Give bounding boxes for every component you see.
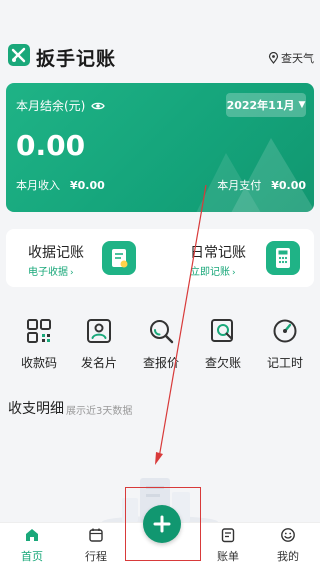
app-header: 扳手记账 查天气 xyxy=(0,0,320,80)
tool-receive-code[interactable]: 收款码 xyxy=(8,314,70,374)
quick-action-subtitle: 电子收据 › xyxy=(28,263,74,278)
quick-actions-card: 收据记账 电子收据 › 日常记账 立即记账 › xyxy=(6,229,314,287)
tool-label: 发名片 xyxy=(80,356,117,370)
tab-home[interactable]: 首页 xyxy=(0,523,64,562)
eye-icon[interactable] xyxy=(91,101,106,111)
annotation-highlight-box xyxy=(125,487,201,561)
gauge-icon xyxy=(273,319,297,343)
expense-label: 本月支付 xyxy=(217,179,262,192)
smile-icon xyxy=(281,528,295,542)
tools-grid: 收款码 发名片 查报价 查欠账 记工时 xyxy=(0,314,320,374)
search-price-icon xyxy=(150,320,174,344)
receipt-bookkeeping-button[interactable]: 收据记账 电子收据 › xyxy=(6,229,160,287)
weather-link[interactable]: 查天气 xyxy=(268,50,314,66)
business-card-icon xyxy=(87,319,111,343)
quick-action-subtitle: 立即记账 › xyxy=(190,263,236,278)
quick-action-title: 收据记账 xyxy=(28,245,84,261)
tool-check-price[interactable]: 查报价 xyxy=(130,314,192,374)
tab-label: 行程 xyxy=(85,550,107,562)
location-pin-icon xyxy=(268,52,279,64)
income-label: 本月收入 xyxy=(16,179,60,192)
tab-label: 我的 xyxy=(277,550,299,562)
tab-label: 账单 xyxy=(217,550,239,562)
tab-bills[interactable]: 账单 xyxy=(196,523,260,562)
calendar-icon xyxy=(89,528,103,542)
balance-label-text: 本月结余(元) xyxy=(16,99,86,113)
tab-itinerary[interactable]: 行程 xyxy=(64,523,128,562)
records-subtitle: 展示近3天数据 xyxy=(66,406,133,417)
income-value: ¥0.00 xyxy=(70,179,105,192)
app-title: 扳手记账 xyxy=(36,48,117,70)
tab-mine[interactable]: 我的 xyxy=(256,523,320,562)
receipt-icon xyxy=(102,241,136,275)
tool-label: 收款码 xyxy=(20,356,57,370)
quick-action-subtitle-text: 立即记账 xyxy=(190,267,230,278)
calculator-icon xyxy=(266,241,300,275)
caret-down-icon: ▼ xyxy=(298,100,306,110)
income-summary: 本月收入 ¥0.00 xyxy=(16,177,105,193)
month-selector[interactable]: 2022年11月 ▼ xyxy=(226,93,306,117)
expense-summary: 本月支付 ¥0.00 xyxy=(217,177,306,193)
tool-log-hours[interactable]: 记工时 xyxy=(254,314,316,374)
balance-card: 本月结余(元) 2022年11月 ▼ 0.00 本月收入 ¥0.00 本月支付 ¥0… xyxy=(6,83,314,212)
app-logo xyxy=(8,44,30,66)
tool-business-card[interactable]: 发名片 xyxy=(68,314,130,374)
records-title: 收支明细 xyxy=(8,401,64,417)
balance-label: 本月结余(元) xyxy=(16,97,106,114)
chevron-right-icon: › xyxy=(70,268,74,278)
bill-icon xyxy=(221,528,235,543)
tool-check-debt[interactable]: 查欠账 xyxy=(192,314,254,374)
balance-value: 0.00 xyxy=(16,129,86,162)
search-debt-icon xyxy=(211,319,233,342)
card-decoration xyxy=(196,138,314,212)
quick-action-title: 日常记账 xyxy=(190,245,246,261)
tab-label: 首页 xyxy=(21,550,43,562)
weather-label: 查天气 xyxy=(281,52,314,65)
tool-label: 查报价 xyxy=(142,356,179,370)
chevron-right-icon: › xyxy=(232,268,236,278)
tool-label: 记工时 xyxy=(266,356,303,370)
daily-bookkeeping-button[interactable]: 日常记账 立即记账 › xyxy=(160,229,314,287)
quick-action-subtitle-text: 电子收据 xyxy=(28,267,68,278)
home-icon xyxy=(26,529,38,541)
expense-value: ¥0.00 xyxy=(271,179,306,192)
month-selector-label: 2022年11月 xyxy=(226,99,295,112)
qrcode-icon xyxy=(27,319,51,343)
tool-label: 查欠账 xyxy=(204,356,241,370)
